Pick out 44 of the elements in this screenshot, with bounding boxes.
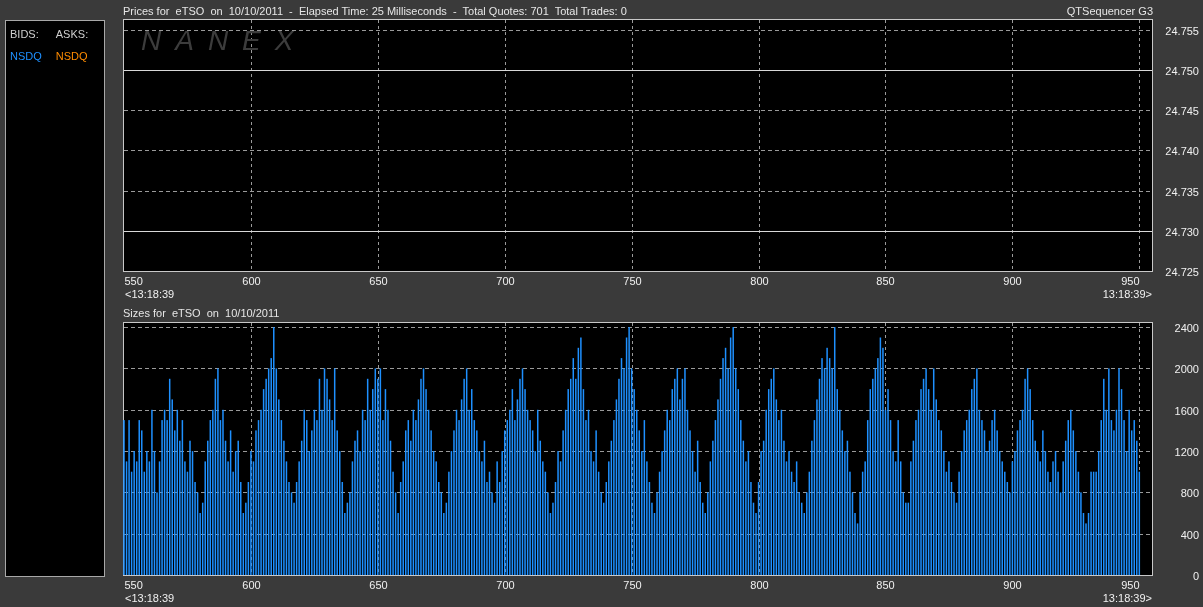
- axis-tick-label: 900: [1003, 275, 1022, 287]
- axis-tick-label: 24.755: [1165, 24, 1199, 37]
- start-time-label: <13:18:39: [125, 592, 175, 604]
- axis-tick-label: 800: [1180, 486, 1199, 499]
- axis-tick-label: 750: [623, 579, 642, 591]
- axis-tick-label: 900: [1003, 579, 1022, 591]
- axis-tick-label: 24.745: [1165, 104, 1199, 117]
- legend-label: BIDS:: [10, 27, 40, 42]
- axis-tick-label: 0: [1192, 569, 1199, 582]
- axis-tick-label: 1600: [1174, 404, 1199, 417]
- axis-tick-label: 750: [623, 275, 642, 287]
- axis-tick-label: 700: [496, 579, 515, 591]
- axis-tick-label: 24.740: [1165, 144, 1199, 157]
- axis-tick-label: 2400: [1174, 322, 1199, 334]
- axis-tick-label: 850: [876, 275, 895, 287]
- axis-tick-label: 600: [242, 579, 261, 591]
- end-time-label: 13:18:39>: [1102, 592, 1152, 604]
- axis-tick-label: 650: [369, 275, 388, 287]
- axis-tick-label: 24.735: [1165, 185, 1199, 198]
- axis-tick-label: 24.725: [1165, 265, 1199, 278]
- axis-tick-label: 850: [876, 579, 895, 591]
- axis-tick-label: 550: [124, 275, 143, 287]
- axis-tick-label: 700: [496, 275, 515, 287]
- axis-tick-label: 24.750: [1165, 64, 1199, 77]
- chart-title: Prices for eTSO on 10/10/2011 - Elapsed Time: 25 Milliseconds - Total Quotes: 701 Total Trades: 0: [123, 3, 627, 19]
- axis-tick-label: 550: [124, 579, 143, 591]
- start-time-label: <13:18:39: [125, 288, 175, 300]
- end-time-label: 13:18:39>: [1102, 288, 1152, 300]
- exchange-label: NSDQ: [10, 48, 42, 64]
- legend-label: ASKS:: [55, 27, 89, 42]
- axis-tick-label: 1200: [1174, 445, 1199, 458]
- axis-tick-label: 950: [1121, 275, 1140, 287]
- axis-tick-label: 400: [1180, 528, 1199, 541]
- chart-title: Sizes for eTSO on 10/10/2011: [123, 306, 280, 322]
- exchange-label: NSDQ: [55, 48, 89, 64]
- logo: NANEX: [141, 25, 308, 56]
- axis-tick-label: 950: [1121, 579, 1140, 591]
- axis-tick-label: 24.730: [1165, 225, 1199, 238]
- axis-tick-label: 650: [369, 579, 388, 591]
- app-name: QTSequencer G3: [1066, 3, 1153, 19]
- axis-tick-label: 600: [242, 275, 261, 287]
- axis-tick-label: 2000: [1174, 362, 1199, 375]
- axis-tick-label: 800: [750, 275, 769, 287]
- axis-tick-label: 800: [750, 579, 769, 591]
